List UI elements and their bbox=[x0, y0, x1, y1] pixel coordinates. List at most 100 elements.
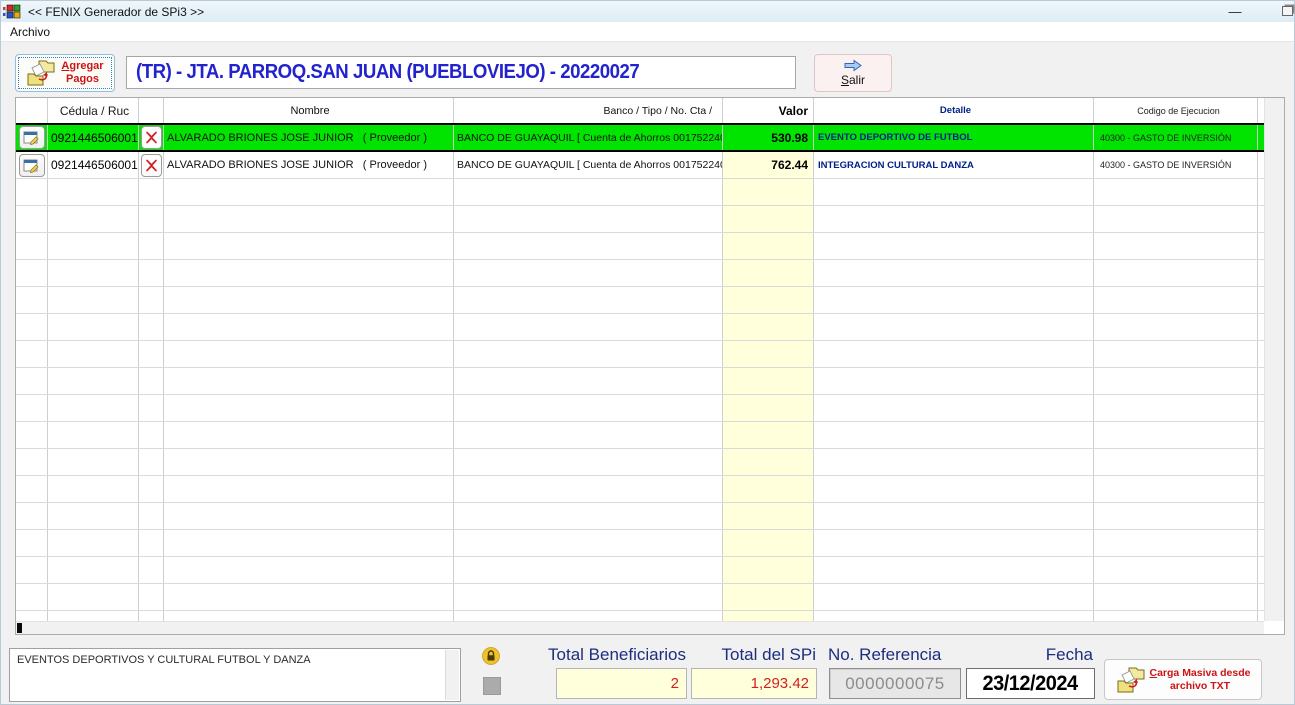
cell-cedula: 0921446506001 bbox=[48, 152, 139, 178]
status-square bbox=[483, 677, 501, 695]
cell-edit bbox=[16, 422, 48, 448]
cell-valor: 762.44 bbox=[723, 152, 814, 178]
cell-detalle bbox=[814, 530, 1094, 556]
cell-edit bbox=[16, 206, 48, 232]
cell-nombre bbox=[164, 449, 454, 475]
cell-banco bbox=[454, 206, 723, 232]
cell-delete bbox=[139, 395, 164, 421]
empty-row bbox=[16, 422, 1264, 449]
carga-masiva-button[interactable]: Carga Masiva desde archivo TXT bbox=[1104, 659, 1262, 700]
cell-detalle bbox=[814, 287, 1094, 313]
cell-codigo bbox=[1094, 503, 1258, 529]
column-header-delete bbox=[139, 98, 164, 123]
delete-row-button[interactable] bbox=[141, 126, 162, 149]
empty-row bbox=[16, 449, 1264, 476]
cell-valor bbox=[723, 530, 814, 556]
carga-masiva-icon bbox=[1116, 666, 1146, 694]
column-header-detalle: Detalle bbox=[814, 98, 1094, 123]
empty-row bbox=[16, 503, 1264, 530]
cell-codigo bbox=[1094, 557, 1258, 583]
add-payments-icon bbox=[26, 59, 56, 87]
cell-codigo bbox=[1094, 287, 1258, 313]
cell-codigo bbox=[1094, 584, 1258, 610]
cell-cedula bbox=[48, 422, 139, 448]
cell-delete bbox=[139, 260, 164, 286]
cell-valor bbox=[723, 503, 814, 529]
cell-edit bbox=[16, 125, 48, 150]
cell-cedula bbox=[48, 314, 139, 340]
window-title: << FENIX Generador de SPi3 >> bbox=[28, 5, 204, 19]
cell-nombre bbox=[164, 368, 454, 394]
fecha-field[interactable]: 23/12/2024 bbox=[966, 668, 1095, 699]
cell-nombre: ALVARADO BRIONES JOSE JUNIOR ( Proveedor… bbox=[164, 125, 454, 150]
cell-banco bbox=[454, 422, 723, 448]
cell-nombre bbox=[164, 611, 454, 621]
delete-row-icon bbox=[145, 131, 158, 144]
cell-nombre bbox=[164, 395, 454, 421]
cell-detalle bbox=[814, 584, 1094, 610]
cell-codigo bbox=[1094, 206, 1258, 232]
cell-nombre bbox=[164, 530, 454, 556]
cell-cedula bbox=[48, 395, 139, 421]
cell-edit bbox=[16, 260, 48, 286]
cell-nombre bbox=[164, 422, 454, 448]
delete-row-button[interactable] bbox=[141, 154, 162, 177]
cell-valor bbox=[723, 233, 814, 259]
cell-detalle bbox=[814, 557, 1094, 583]
cell-detalle bbox=[814, 233, 1094, 259]
cell-detalle: INTEGRACION CULTURAL DANZA bbox=[814, 152, 1094, 178]
cell-valor bbox=[723, 206, 814, 232]
cell-detalle bbox=[814, 206, 1094, 232]
maximize-button[interactable] bbox=[1266, 1, 1295, 21]
empty-row bbox=[16, 476, 1264, 503]
app-icon bbox=[3, 4, 22, 20]
cell-banco bbox=[454, 233, 723, 259]
edit-row-button[interactable] bbox=[19, 154, 45, 177]
agregar-pagos-button[interactable]: Agregar Pagos bbox=[15, 54, 115, 92]
cell-valor bbox=[723, 422, 814, 448]
edit-row-button[interactable] bbox=[19, 126, 45, 149]
empty-row bbox=[16, 584, 1264, 611]
cell-delete bbox=[139, 611, 164, 621]
cell-edit bbox=[16, 557, 48, 583]
cell-banco bbox=[454, 260, 723, 286]
empty-row bbox=[16, 395, 1264, 422]
textarea-scrollbar[interactable] bbox=[445, 650, 459, 700]
grid-vertical-scrollbar[interactable] bbox=[1264, 98, 1284, 621]
cell-cedula bbox=[48, 584, 139, 610]
cell-codigo bbox=[1094, 314, 1258, 340]
scrollbar-thumb[interactable] bbox=[17, 623, 22, 633]
column-header-nombre: Nombre bbox=[164, 98, 454, 123]
cell-valor bbox=[723, 584, 814, 610]
cell-cedula: 0921446506001 bbox=[48, 125, 139, 150]
app-window: << FENIX Generador de SPi3 >> — Archivo … bbox=[0, 0, 1295, 705]
edit-row-icon bbox=[23, 130, 40, 145]
cell-detalle bbox=[814, 368, 1094, 394]
cell-valor bbox=[723, 260, 814, 286]
cell-codigo bbox=[1094, 422, 1258, 448]
fecha-label: Fecha bbox=[961, 645, 1093, 667]
minimize-button[interactable]: — bbox=[1214, 1, 1256, 21]
cell-cedula bbox=[48, 260, 139, 286]
cell-edit bbox=[16, 233, 48, 259]
cell-cedula bbox=[48, 476, 139, 502]
column-header-cedula: Cédula / Ruc bbox=[48, 98, 139, 123]
cell-delete bbox=[139, 449, 164, 475]
title-bar: << FENIX Generador de SPi3 >> — bbox=[1, 1, 1294, 22]
lock-icon bbox=[482, 647, 500, 665]
delete-row-icon bbox=[145, 159, 158, 172]
descripcion-textarea[interactable]: EVENTOS DEPORTIVOS Y CULTURAL FUTBOL Y D… bbox=[9, 648, 461, 702]
entity-title-text: (TR) - JTA. PARROQ.SAN JUAN (PUEBLOVIEJO… bbox=[136, 61, 639, 84]
cell-cedula bbox=[48, 530, 139, 556]
cell-delete bbox=[139, 233, 164, 259]
cell-banco bbox=[454, 287, 723, 313]
payments-grid-body: 0921446506001 ALVARADO BRIONES JOSE JUNIO… bbox=[16, 123, 1264, 621]
empty-row bbox=[16, 233, 1264, 260]
entity-title-field[interactable]: (TR) - JTA. PARROQ.SAN JUAN (PUEBLOVIEJO… bbox=[126, 56, 796, 89]
payment-row[interactable]: 0921446506001ALVARADO BRIONES JOSE JUNIO… bbox=[16, 152, 1264, 179]
salir-button[interactable]: Salir bbox=[814, 54, 892, 92]
exit-icon bbox=[843, 59, 863, 72]
menu-archivo[interactable]: Archivo bbox=[1, 25, 59, 39]
payment-row[interactable]: 0921446506001 ALVARADO BRIONES JOSE JUNIO… bbox=[16, 123, 1264, 152]
grid-horizontal-scrollbar[interactable] bbox=[16, 621, 1264, 634]
